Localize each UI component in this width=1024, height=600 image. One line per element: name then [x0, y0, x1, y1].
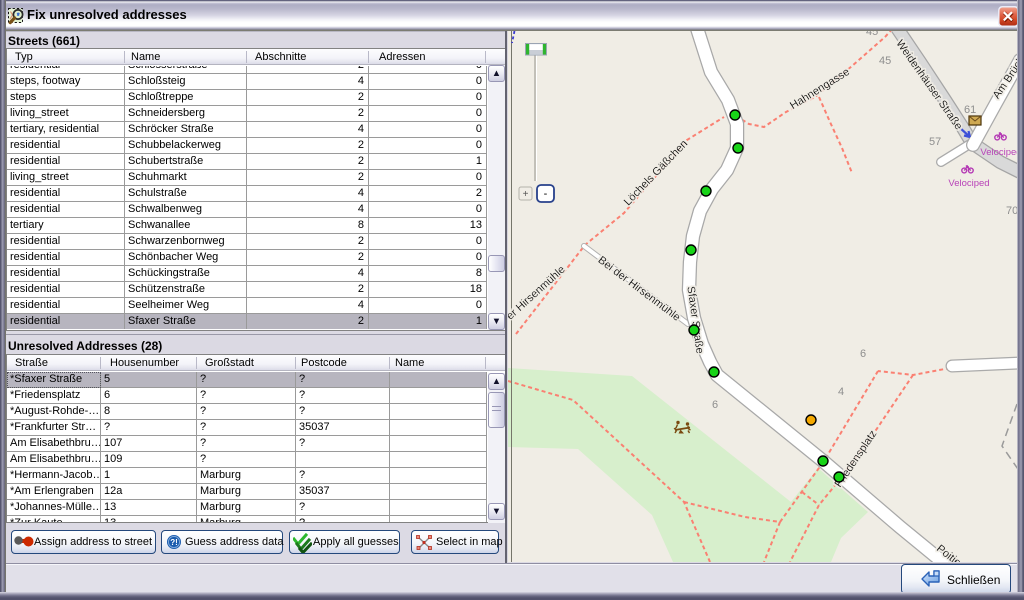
svg-text:-: -: [544, 188, 548, 200]
svg-text:6: 6: [712, 399, 718, 411]
svg-text:Velociped: Velociped: [948, 178, 989, 189]
svg-text:57: 57: [929, 136, 941, 148]
svg-text:Velociped: Velociped: [980, 147, 1017, 158]
svg-text:45: 45: [879, 55, 891, 67]
svg-text:4: 4: [838, 386, 844, 398]
svg-text:45: 45: [866, 31, 878, 38]
svg-text:61: 61: [964, 104, 976, 116]
svg-text:+: +: [523, 189, 529, 200]
svg-text:6: 6: [860, 348, 866, 360]
svg-text:70: 70: [1006, 205, 1017, 217]
svg-text:?!: ?!: [170, 538, 178, 547]
